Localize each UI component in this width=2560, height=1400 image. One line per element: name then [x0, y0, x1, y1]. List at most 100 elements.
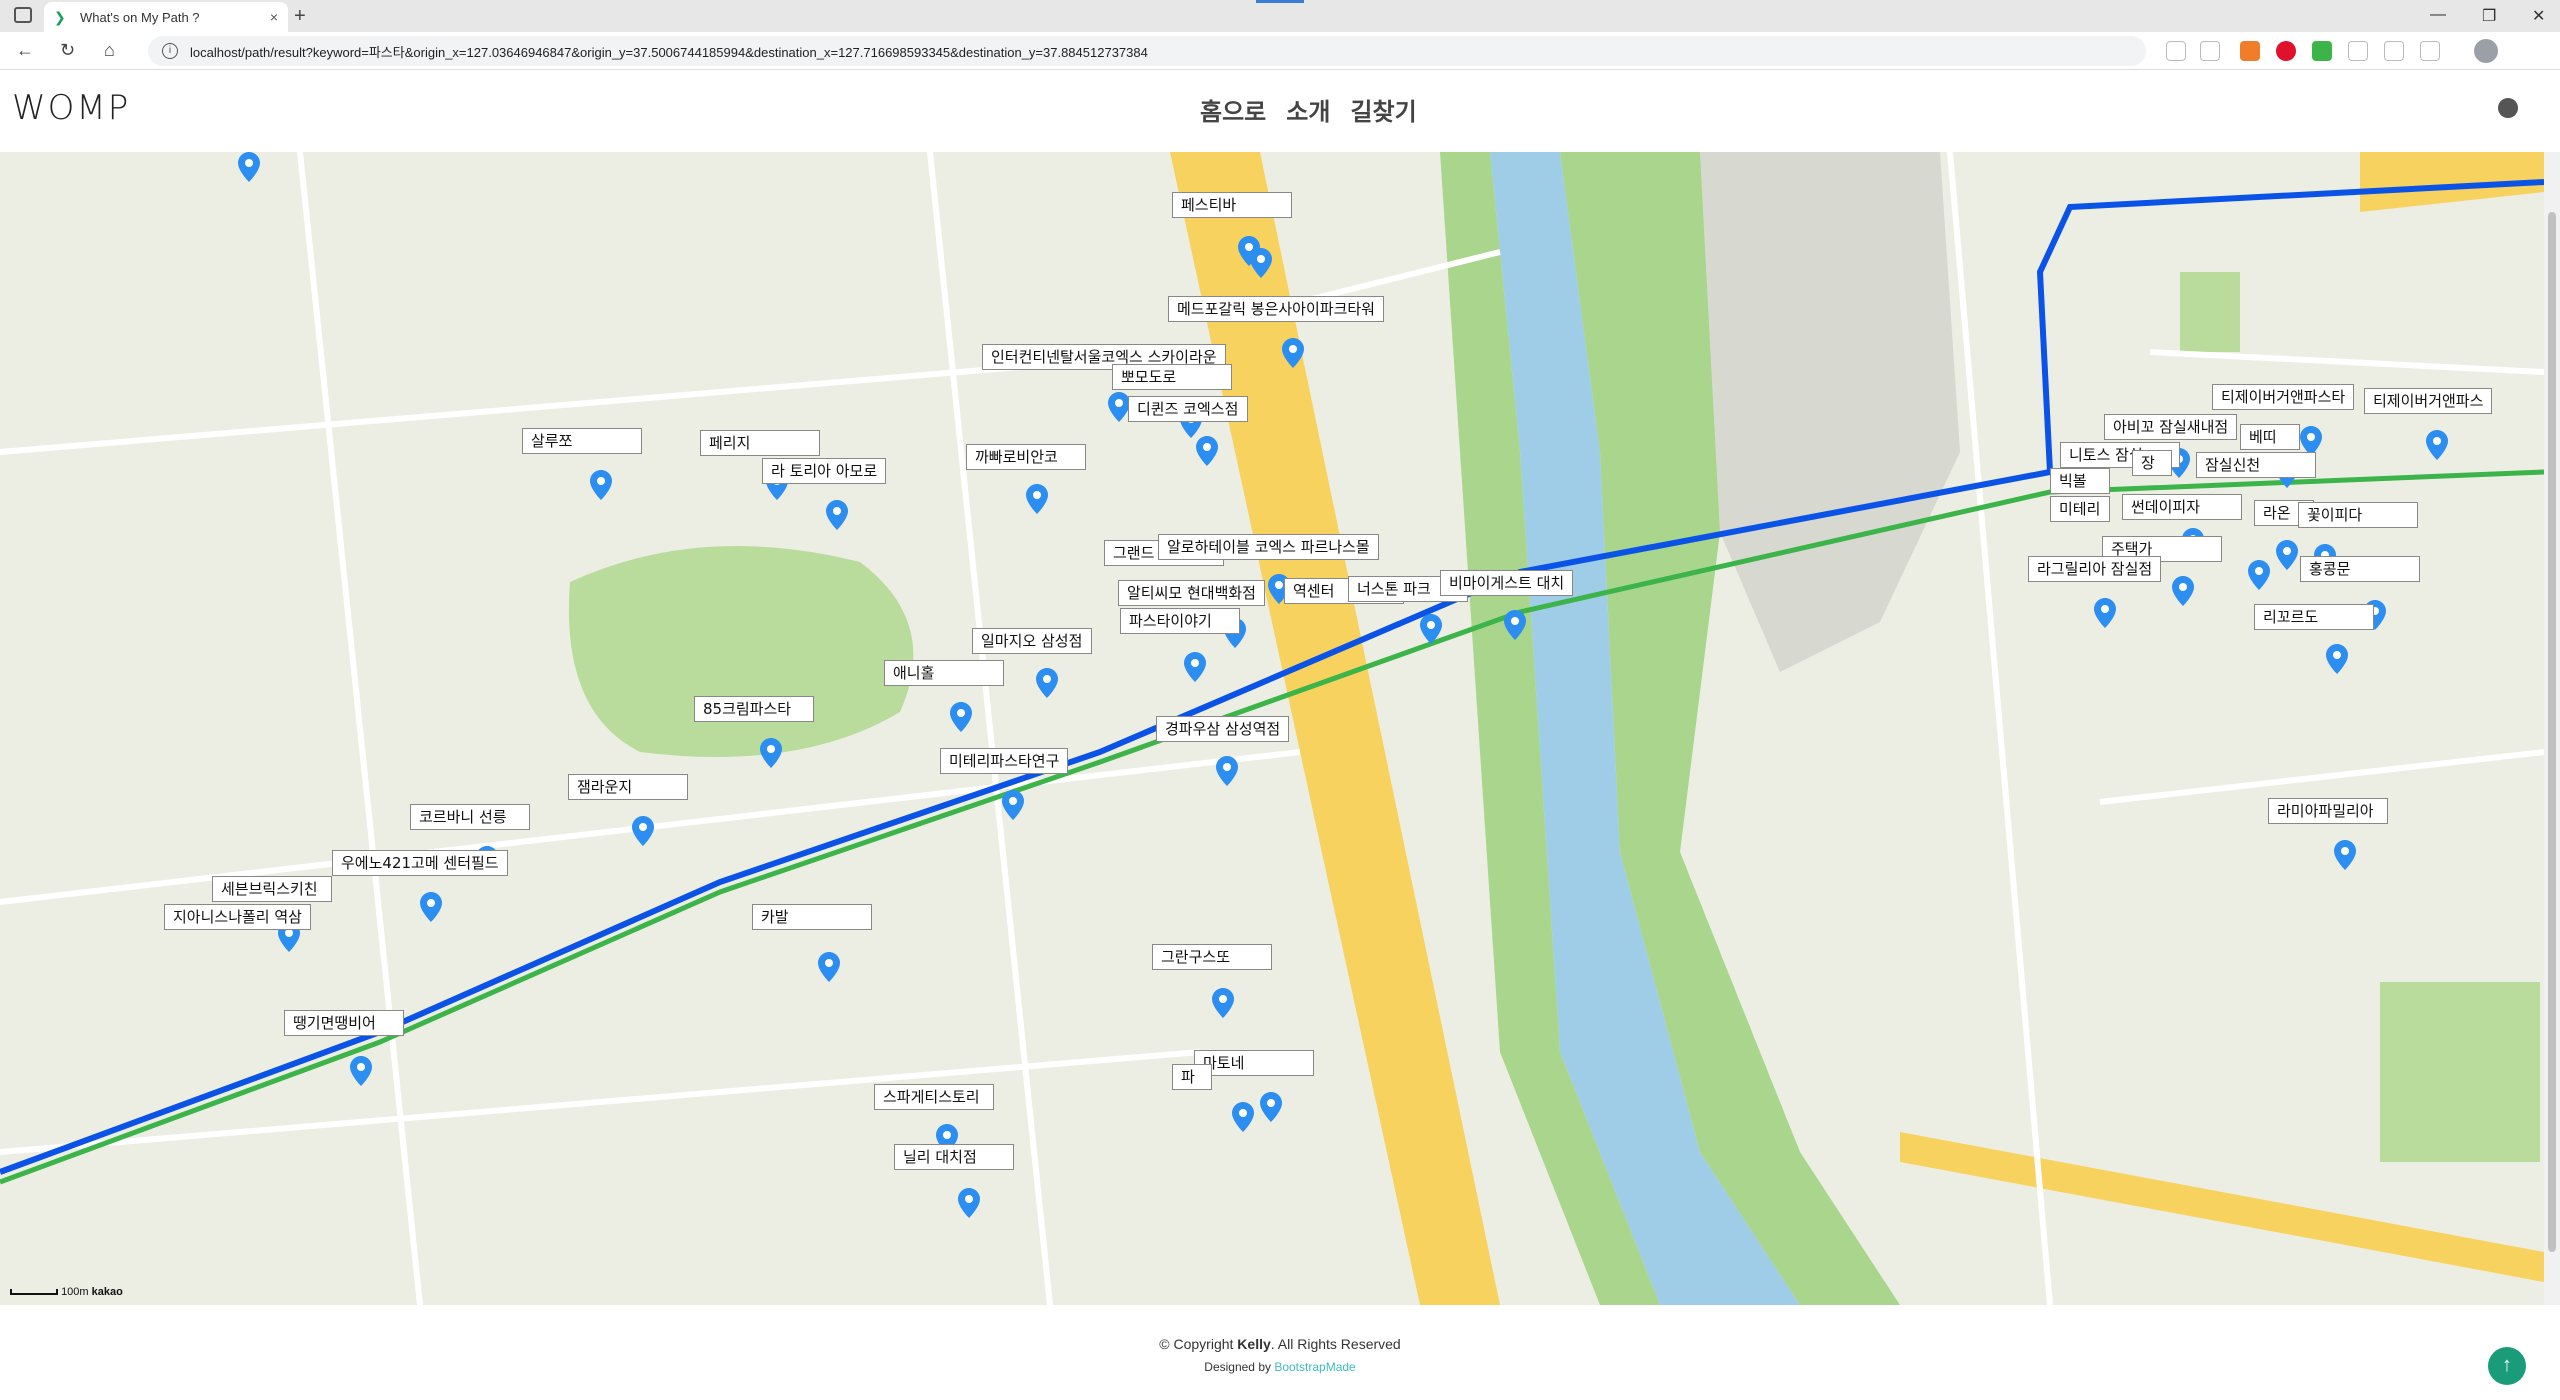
- page-scrollbar[interactable]: [2544, 152, 2560, 1305]
- close-window-icon[interactable]: ✕: [2532, 6, 2545, 26]
- place-label[interactable]: 장: [2132, 450, 2172, 476]
- minimize-icon[interactable]: —: [2430, 6, 2446, 24]
- place-label[interactable]: 베띠: [2240, 424, 2300, 450]
- place-label[interactable]: 홍콩문: [2300, 556, 2420, 582]
- place-marker-icon[interactable]: [420, 892, 442, 922]
- place-marker-icon[interactable]: [1036, 668, 1058, 698]
- place-marker-icon[interactable]: [1232, 1102, 1254, 1132]
- place-label[interactable]: 리꼬르도: [2254, 604, 2374, 630]
- place-marker-icon[interactable]: [1420, 614, 1442, 644]
- place-marker-icon[interactable]: [1002, 790, 1024, 820]
- place-marker-icon[interactable]: [950, 702, 972, 732]
- place-marker-icon[interactable]: [2326, 644, 2348, 674]
- place-label[interactable]: 그란구스또: [1152, 944, 1272, 970]
- collections-icon[interactable]: [2420, 41, 2440, 61]
- place-marker-icon[interactable]: [2248, 560, 2270, 590]
- place-label[interactable]: 잠실신천: [2196, 452, 2316, 478]
- extensions-icon[interactable]: [2348, 41, 2368, 61]
- place-label[interactable]: 닐리 대치점: [894, 1144, 1014, 1170]
- place-label[interactable]: 꽃이피다: [2298, 502, 2418, 528]
- place-label[interactable]: 페스티바: [1172, 192, 1292, 218]
- place-marker-icon[interactable]: [2334, 840, 2356, 870]
- extension-green-icon[interactable]: [2312, 41, 2332, 61]
- place-label[interactable]: 미테리: [2050, 496, 2110, 522]
- place-label[interactable]: 뽀모도로: [1112, 364, 1232, 390]
- place-marker-icon[interactable]: [1504, 610, 1526, 640]
- place-label[interactable]: 알티씨모 현대백화점: [1118, 580, 1265, 606]
- place-marker-icon[interactable]: [2094, 598, 2116, 628]
- extension-icon[interactable]: [2240, 41, 2260, 61]
- place-label[interactable]: 85크림파스타: [694, 696, 814, 722]
- place-label[interactable]: 땡기면땡비어: [284, 1010, 404, 1036]
- place-marker-icon[interactable]: [632, 816, 654, 846]
- browser-tab[interactable]: ❯ What's on My Path ? ×: [44, 2, 288, 32]
- place-label[interactable]: 지아니스나폴리 역삼: [164, 904, 311, 930]
- place-label[interactable]: 썬데이피자: [2122, 494, 2242, 520]
- new-tab-button[interactable]: +: [294, 5, 306, 28]
- place-label[interactable]: 우에노421고메 센터필드: [332, 850, 508, 876]
- place-label[interactable]: 라그릴리아 잠실점: [2028, 556, 2162, 582]
- site-logo[interactable]: WOMP: [12, 88, 130, 128]
- place-label[interactable]: 경파우삼 삼성역점: [1156, 716, 1290, 742]
- place-label[interactable]: 메드포갈릭 봉은사아이파크타워: [1168, 296, 1384, 322]
- place-marker-icon[interactable]: [590, 470, 612, 500]
- reload-icon[interactable]: ↻: [60, 40, 75, 61]
- address-bar[interactable]: i localhost/path/result?keyword=파스타&orig…: [148, 36, 2146, 66]
- place-label[interactable]: 살루쪼: [522, 428, 642, 454]
- place-marker-icon[interactable]: [2172, 576, 2194, 606]
- place-marker-icon[interactable]: [2426, 430, 2448, 460]
- place-marker-icon[interactable]: [350, 1056, 372, 1086]
- place-label[interactable]: 미테리파스타연구: [940, 748, 1069, 774]
- place-label[interactable]: 까빠로비안코: [966, 444, 1086, 470]
- place-marker-icon[interactable]: [1282, 338, 1304, 368]
- maximize-icon[interactable]: ❐: [2482, 6, 2496, 26]
- github-icon[interactable]: [2498, 98, 2518, 118]
- place-label[interactable]: 파스타이야기: [1120, 608, 1240, 634]
- profile-avatar[interactable]: [2474, 39, 2498, 63]
- read-aloud-icon[interactable]: [2166, 41, 2186, 61]
- place-marker-icon[interactable]: [1216, 756, 1238, 786]
- bootstrapmade-link[interactable]: BootstrapMade: [1274, 1360, 1355, 1374]
- place-label[interactable]: 빅볼: [2050, 468, 2110, 494]
- place-marker-icon[interactable]: [958, 1188, 980, 1218]
- place-label[interactable]: 티제이버거앤파스: [2364, 388, 2493, 414]
- favorite-icon[interactable]: [2200, 41, 2220, 61]
- place-marker-icon[interactable]: [826, 500, 848, 530]
- nav-home[interactable]: 홈으로: [1200, 92, 1266, 127]
- place-marker-icon[interactable]: [818, 952, 840, 982]
- place-label[interactable]: 디퀸즈 코엑스점: [1128, 396, 1248, 422]
- place-marker-icon[interactable]: [1026, 484, 1048, 514]
- place-label[interactable]: 아비꼬 잠실새내점: [2104, 414, 2238, 440]
- tab-close-icon[interactable]: ×: [270, 9, 278, 25]
- place-marker-icon[interactable]: [1184, 652, 1206, 682]
- nav-about[interactable]: 소개: [1286, 92, 1330, 127]
- back-to-top-button[interactable]: ↑: [2488, 1347, 2526, 1385]
- nav-directions[interactable]: 길찾기: [1350, 92, 1416, 127]
- place-marker-icon[interactable]: [1260, 1092, 1282, 1122]
- place-marker-icon[interactable]: [1196, 436, 1218, 466]
- tab-actions-icon[interactable]: [14, 7, 32, 23]
- place-marker-icon[interactable]: [2276, 540, 2298, 570]
- place-label[interactable]: 비마이게스트 대치: [1440, 570, 1574, 596]
- place-marker-icon[interactable]: [1250, 248, 1272, 278]
- place-label[interactable]: 카발: [752, 904, 872, 930]
- place-marker-icon[interactable]: [760, 738, 782, 768]
- favorites-bar-icon[interactable]: [2384, 41, 2404, 61]
- place-label[interactable]: 라미아파밀리아: [2268, 798, 2388, 824]
- place-label[interactable]: 라 토리아 아모로: [762, 458, 887, 484]
- place-label[interactable]: 파: [1172, 1064, 1212, 1090]
- opera-extension-icon[interactable]: [2276, 41, 2296, 61]
- place-label[interactable]: 페리지: [700, 430, 820, 456]
- place-marker-icon[interactable]: [238, 152, 260, 182]
- place-marker-icon[interactable]: [1108, 392, 1130, 422]
- place-marker-icon[interactable]: [1212, 988, 1234, 1018]
- place-label[interactable]: 세븐브릭스키친: [212, 876, 332, 902]
- place-label[interactable]: 잼라운지: [568, 774, 688, 800]
- place-label[interactable]: 코르바니 선릉: [410, 804, 530, 830]
- site-info-icon[interactable]: i: [162, 43, 178, 59]
- place-label[interactable]: 티제이버거앤파스타: [2212, 384, 2355, 410]
- scrollbar-thumb[interactable]: [2548, 212, 2556, 1252]
- back-icon[interactable]: ←: [16, 40, 34, 61]
- place-label[interactable]: 스파게티스토리: [874, 1084, 994, 1110]
- map-view[interactable]: 페스티바 메드포갈릭 봉은사아이파크타워 인터컨티넨탈서울코엑스 스카이라운 뽀…: [0, 152, 2544, 1305]
